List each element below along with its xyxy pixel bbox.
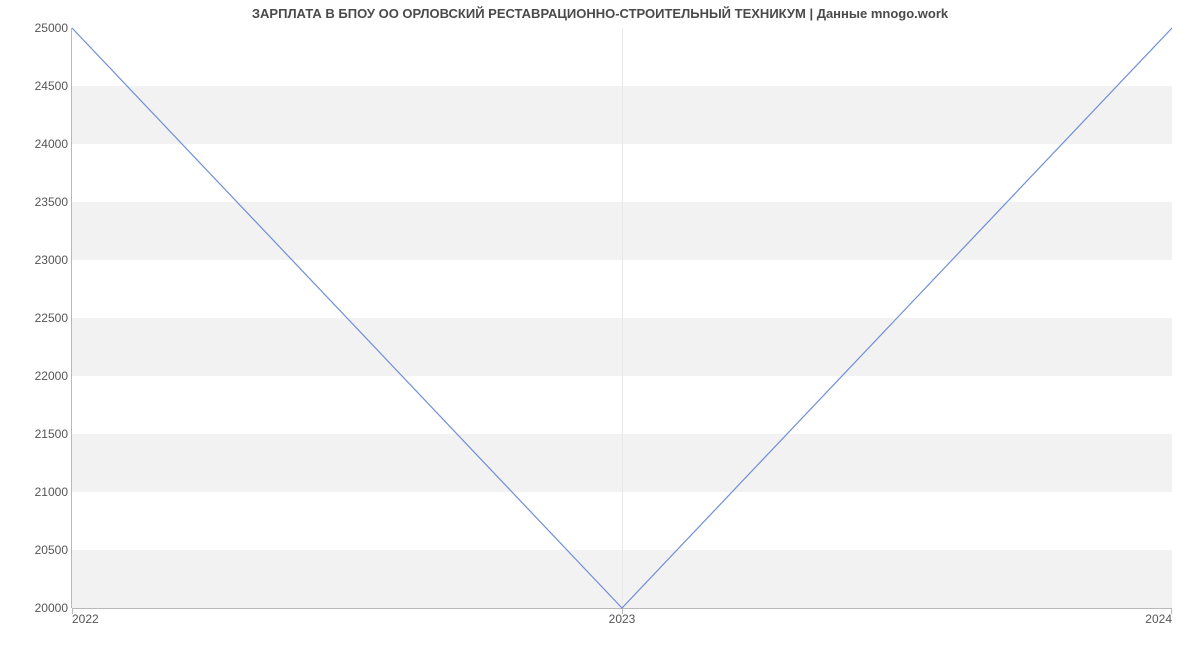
y-tick-label: 21000 — [18, 485, 68, 499]
x-tick-label: 2022 — [72, 612, 99, 626]
x-tick-label: 2023 — [609, 612, 636, 626]
y-tick-label: 24500 — [18, 79, 68, 93]
y-tick-label: 22500 — [18, 311, 68, 325]
y-tick-label: 20000 — [18, 601, 68, 615]
chart-title: ЗАРПЛАТА В БПОУ ОО ОРЛОВСКИЙ РЕСТАВРАЦИО… — [0, 6, 1200, 21]
data-line — [72, 28, 1172, 608]
y-tick-label: 21500 — [18, 427, 68, 441]
y-tick-label: 23500 — [18, 195, 68, 209]
y-tick-label: 23000 — [18, 253, 68, 267]
y-tick-label: 24000 — [18, 137, 68, 151]
plot-area: 20000 20500 21000 21500 22000 22500 2300… — [72, 28, 1172, 608]
y-tick-label: 25000 — [18, 21, 68, 35]
y-tick-label: 22000 — [18, 369, 68, 383]
y-tick-label: 20500 — [18, 543, 68, 557]
salary-line-chart: ЗАРПЛАТА В БПОУ ОО ОРЛОВСКИЙ РЕСТАВРАЦИО… — [0, 0, 1200, 650]
x-tick-label: 2024 — [1145, 612, 1172, 626]
